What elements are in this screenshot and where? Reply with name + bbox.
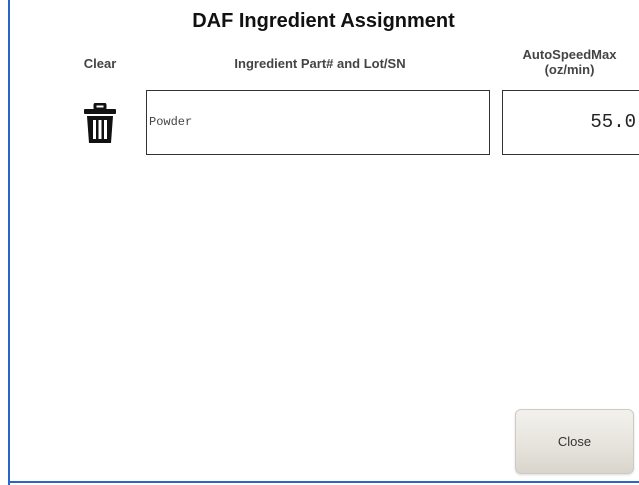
dialog-left-border (8, 0, 10, 485)
dialog-title: DAF Ingredient Assignment (192, 10, 455, 32)
column-header-speed: AutoSpeedMax (oz/min) (522, 47, 617, 77)
trash-icon (84, 103, 116, 143)
column-header-clear: Clear (83, 56, 117, 71)
column-header-ingredient: Ingredient Part# and Lot/SN (234, 56, 406, 71)
ingredient-assignment-dialog: DAF Ingredient Assignment Clear Ingredie… (0, 0, 639, 485)
dialog-bottom-border (8, 481, 639, 483)
clear-row-button[interactable] (79, 102, 121, 146)
close-button[interactable]: Close (515, 409, 634, 474)
ingredient-part-lot-field[interactable]: Powder (146, 90, 490, 155)
auto-speed-max-field[interactable]: 55.0 (502, 90, 639, 155)
